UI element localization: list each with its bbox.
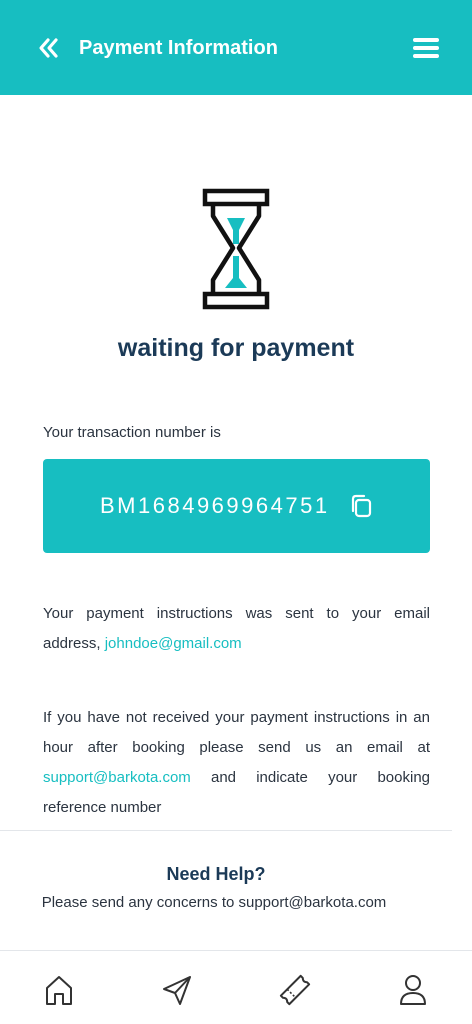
send-icon	[163, 976, 191, 1005]
transaction-number-box: BM1684969964751	[43, 459, 430, 553]
hamburger-menu-icon	[413, 38, 439, 58]
hourglass-icon	[199, 186, 273, 312]
need-help-title: Need Help?	[166, 864, 266, 884]
ticket-icon	[279, 974, 311, 1006]
divider	[0, 830, 452, 831]
profile-icon	[400, 975, 426, 1005]
transaction-number: BM1684969964751	[100, 493, 330, 518]
copy-button[interactable]	[348, 493, 374, 519]
nav-home-button[interactable]	[42, 972, 76, 1008]
nav-ticket-button[interactable]	[278, 972, 312, 1008]
not-received-text: If you have not received your payment in…	[43, 703, 430, 823]
copy-icon	[351, 494, 372, 518]
user-email-link[interactable]: johndoe@gmail.com	[105, 635, 242, 652]
app-header: Payment Information	[0, 0, 472, 95]
nav-send-button[interactable]	[160, 972, 194, 1008]
transaction-label: Your transaction number is	[43, 424, 221, 441]
page-title: Payment Information	[79, 37, 278, 59]
nav-profile-button[interactable]	[396, 972, 430, 1008]
need-help-text: Please send any concerns to support@bark…	[41, 894, 387, 911]
back-button[interactable]	[34, 34, 62, 62]
status-title: waiting for payment	[117, 334, 355, 362]
instructions-sent-text: Your payment instructions was sent to yo…	[43, 599, 430, 659]
bottom-nav-divider	[0, 950, 472, 951]
double-chevron-left-icon	[39, 38, 58, 58]
home-icon	[46, 976, 72, 1005]
not-received-label: If you have not received your payment in…	[43, 709, 430, 756]
menu-button[interactable]	[412, 36, 440, 60]
support-email-link[interactable]: support@barkota.com	[43, 769, 191, 786]
